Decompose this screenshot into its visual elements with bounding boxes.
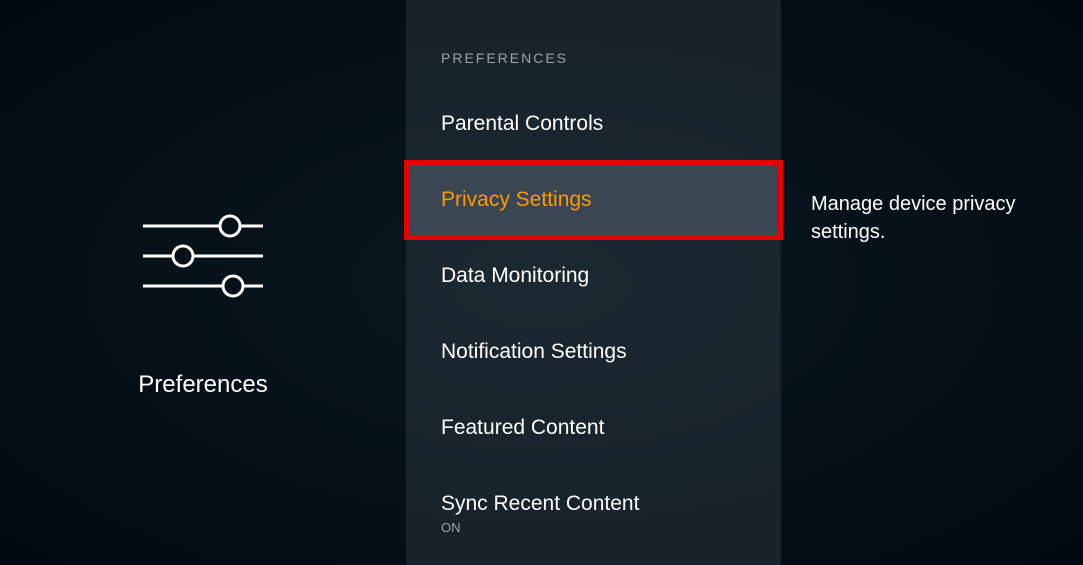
section-header: PREFERENCES: [406, 0, 781, 86]
menu-item-featured-content[interactable]: Featured Content: [406, 390, 781, 466]
right-panel: Manage device privacy settings.: [781, 0, 1083, 565]
menu-item-label: Sync Recent Content: [441, 492, 639, 515]
menu-item-label: Privacy Settings: [441, 188, 592, 211]
menu-item-label: Parental Controls: [441, 112, 603, 135]
menu-item-parental-controls[interactable]: Parental Controls: [406, 86, 781, 162]
menu-item-label: Notification Settings: [441, 340, 627, 363]
menu-item-data-monitoring[interactable]: Data Monitoring: [406, 238, 781, 314]
menu-item-sublabel: ON: [441, 520, 746, 535]
item-description: Manage device privacy settings.: [811, 190, 1043, 246]
menu-item-notification-settings[interactable]: Notification Settings: [406, 314, 781, 390]
menu-item-label: Data Monitoring: [441, 264, 589, 287]
left-panel-title: Preferences: [138, 371, 267, 399]
menu-item-sync-recent-content[interactable]: Sync Recent Content ON: [406, 466, 781, 553]
preferences-sliders-icon: [138, 206, 268, 311]
menu-item-privacy-settings[interactable]: Privacy Settings: [406, 162, 781, 238]
preferences-menu: PREFERENCES Parental Controls Privacy Se…: [406, 0, 781, 565]
left-panel: Preferences: [0, 0, 406, 565]
menu-item-label: Featured Content: [441, 416, 604, 439]
